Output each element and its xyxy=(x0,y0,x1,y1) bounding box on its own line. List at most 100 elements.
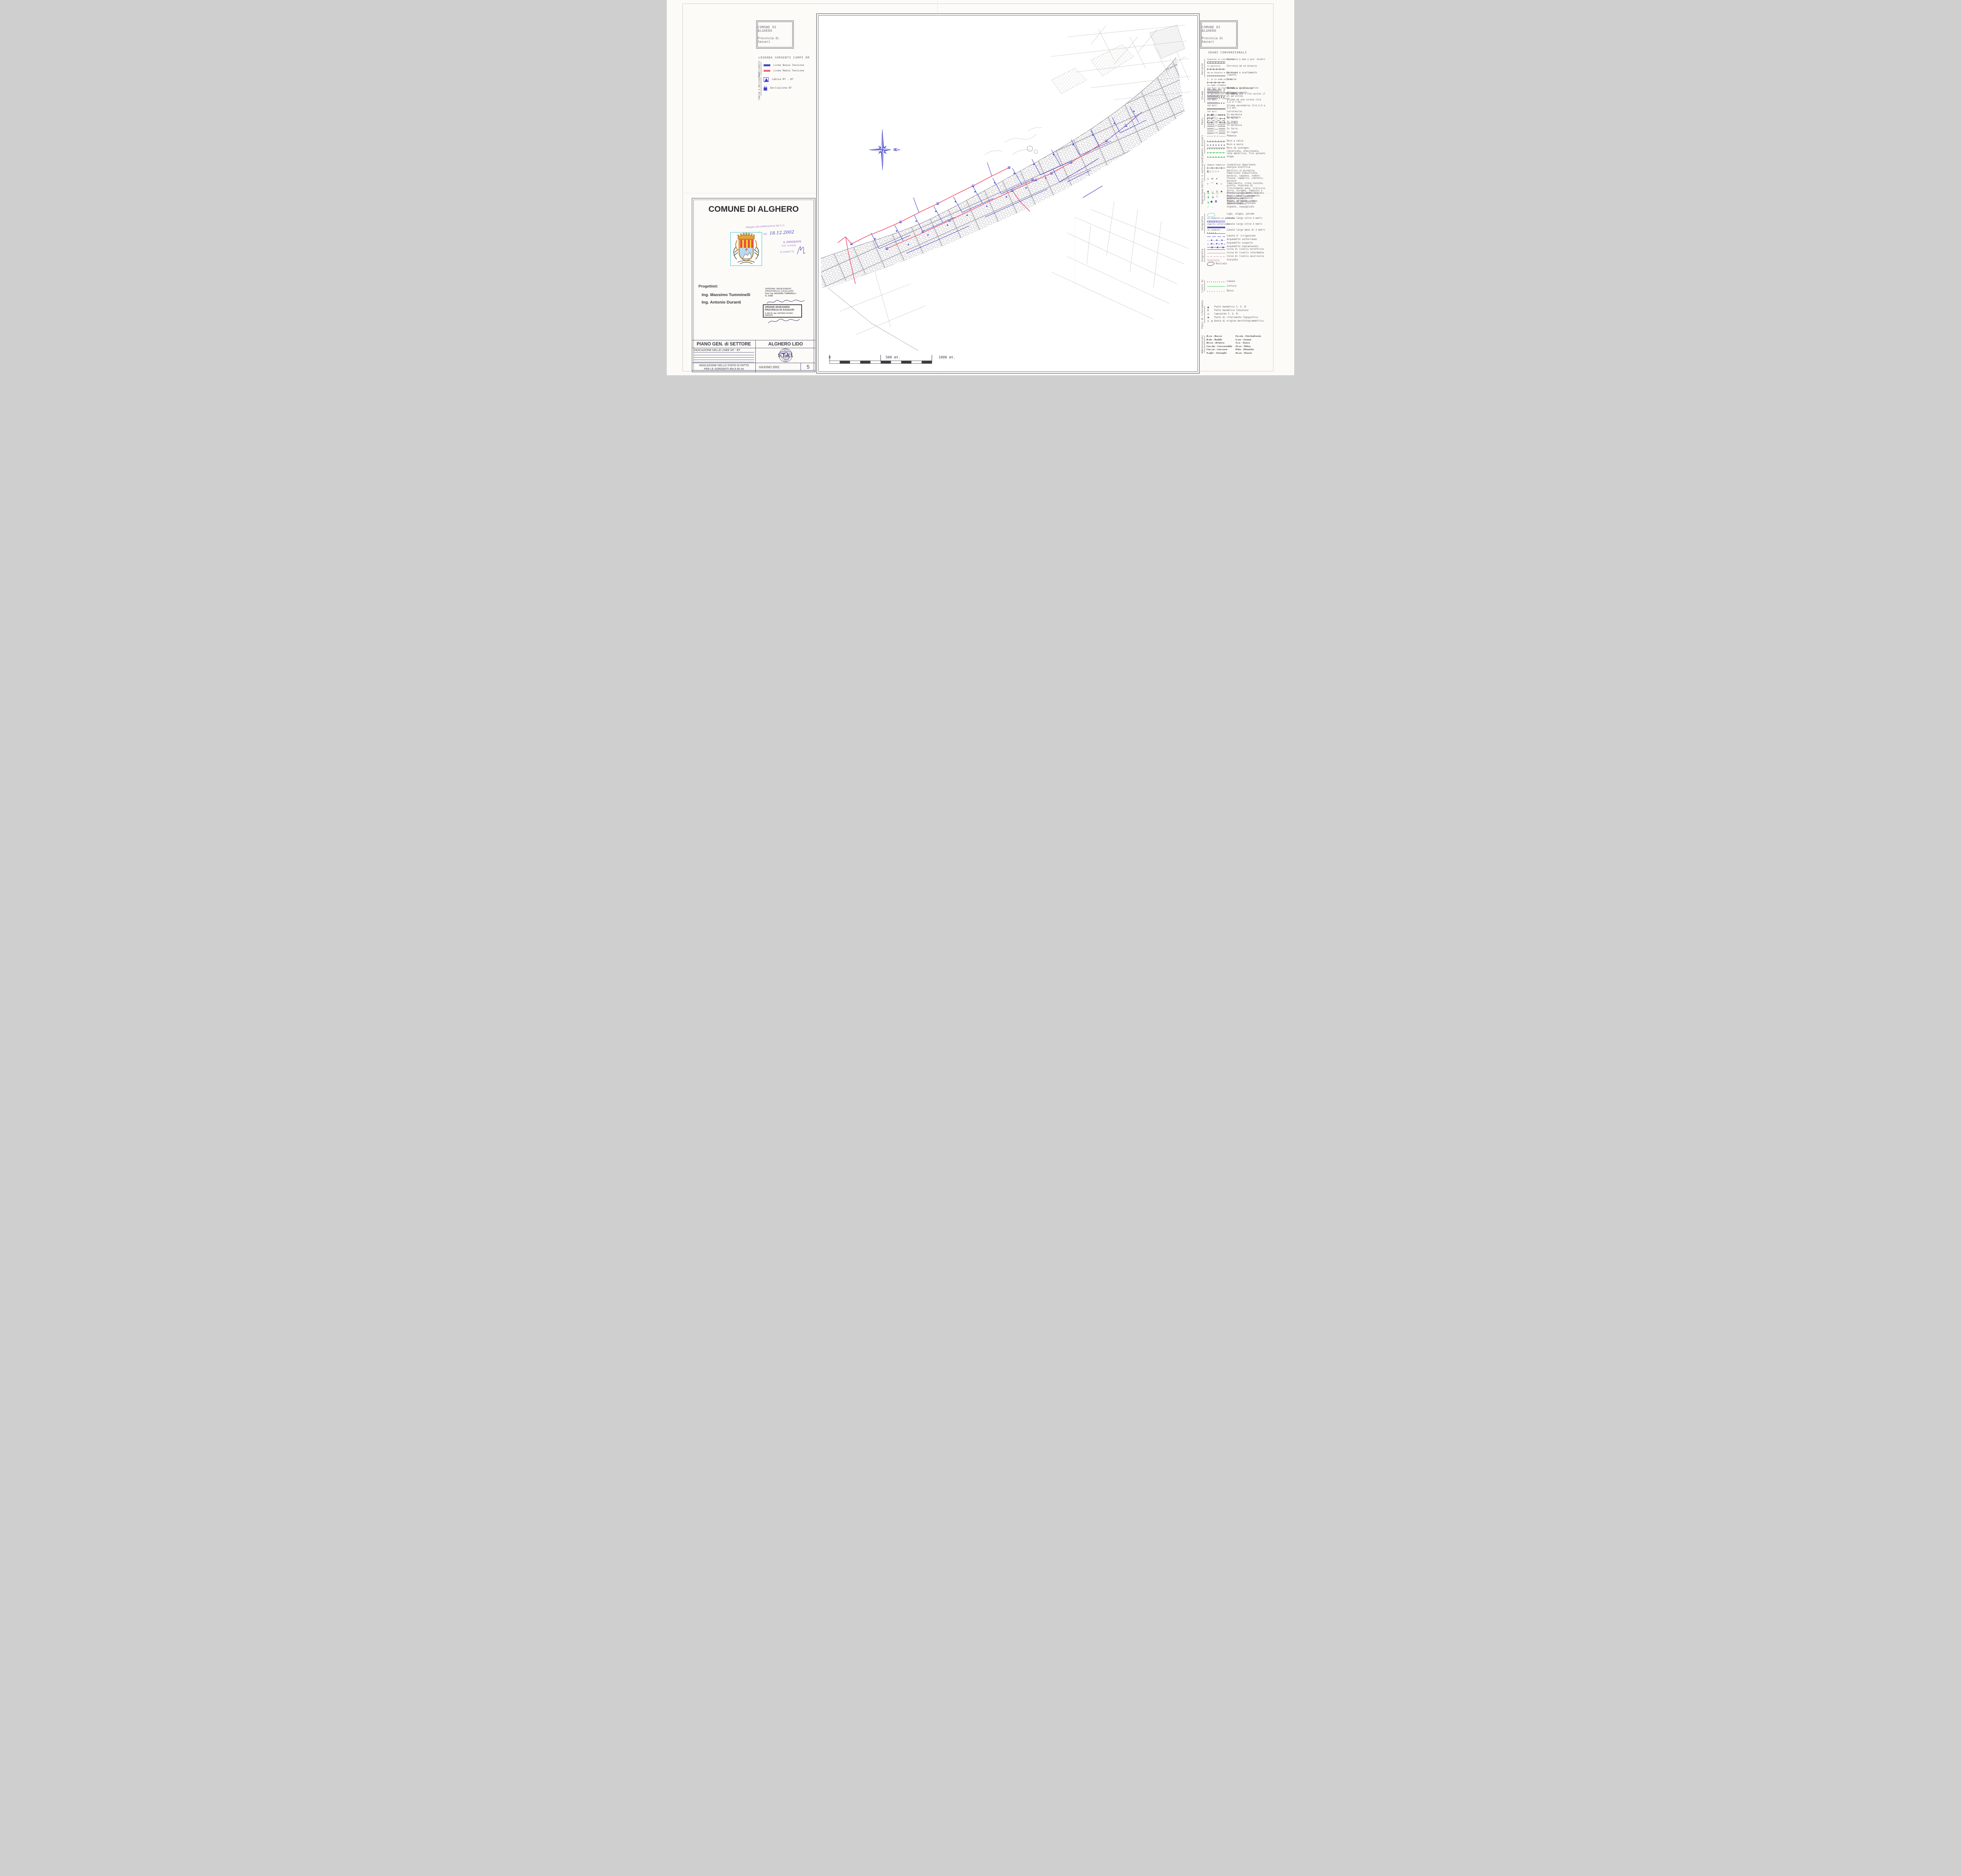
em-line-swatch-icon xyxy=(764,70,770,72)
title-block: COMUNE DI ALGHERO Allegato alla delibera… xyxy=(692,198,815,372)
group-label-vegetazione: Vegetazione xyxy=(1201,189,1204,204)
abbreviation-col1: Br.cu - Bruncu xyxy=(1206,342,1235,344)
legend-group-vegetazione: ✿ ❀ ○ Frutteto, agrumeto, oliveto ♣ ♠ Bo… xyxy=(1207,192,1267,209)
legend-group-orografia: Curva di livello direttrice Curva di liv… xyxy=(1207,248,1267,266)
legend-symbol-icon xyxy=(1207,113,1225,117)
sheet-number-cell: 5 xyxy=(800,364,816,370)
blank-rule xyxy=(694,357,754,358)
em-legend-cabine-rows: Cabina MT - BT Derivazione BT xyxy=(764,77,807,95)
abbreviation-col1: B.cu - Baccu xyxy=(1206,335,1235,338)
legend-row-label: Chiesa, cappella, cimitero, miniera xyxy=(1227,177,1266,182)
delibera-del-label: del xyxy=(763,233,767,236)
legend-group-idrografia: Lago, stagno, palude su viadotto in gall… xyxy=(1207,213,1267,249)
legend-symbol-icon xyxy=(1207,220,1225,223)
abbreviation-col2: St.zo - Stazzo xyxy=(1235,352,1267,354)
legend-row-label: In ferro xyxy=(1227,117,1266,120)
progettisti-label: Progettisti: xyxy=(699,284,718,289)
legend-symbol-icon: ∇ xyxy=(1207,309,1213,313)
legend-row-label: In muratura xyxy=(1227,114,1266,116)
abbreviation-col2: Fu.xiu - Furriadroxiu xyxy=(1235,335,1267,338)
legend-row-label: Muro di sostegno xyxy=(1227,147,1266,149)
legend-symbol-icon xyxy=(1207,89,1225,93)
legend-symbol-icon xyxy=(1207,262,1215,266)
em-legend-row-label: Cabina MT - BT xyxy=(772,78,807,81)
em-legend-row-label: Linee Media Tensione xyxy=(773,69,809,72)
stamp-sassari-line3: N. 692 Dr. Ing. ANTONIO GAVINO DURANTI xyxy=(765,312,800,316)
legend-symbol-icon: ⌂ ✉ ✕ xyxy=(1207,177,1225,181)
legend-row-label: Lago, stagno, palude xyxy=(1227,213,1266,215)
progettista-name: Ing. Antonio Duranti xyxy=(702,300,750,305)
legend-row-label: Bosco ceduo, macchia mediterranea xyxy=(1227,195,1266,200)
compass-north-label: N xyxy=(892,148,897,151)
group-label-elementi-divisori: Elementi divisori xyxy=(1201,135,1204,159)
legend-symbol-icon: ♣ ♠ xyxy=(1207,196,1225,200)
group-label-strade: Strade xyxy=(1201,91,1204,100)
group-label-punti-riferimento: Punti di riferimento xyxy=(1201,300,1204,329)
abbreviation-col1: Cuc.ru - Cuccuru xyxy=(1206,349,1235,351)
group-label-orografia: Orografia xyxy=(1201,249,1204,262)
legend-group-ponti: In muratura In ferro In legno In muratur… xyxy=(1207,113,1267,138)
group-brace xyxy=(1204,280,1205,291)
scale-label-0: 0 xyxy=(829,356,831,360)
legend-sub-label: in sede stradale xyxy=(1207,84,1225,87)
legend-symbol-icon xyxy=(1207,147,1225,150)
stamp-sassari-line2: PROVINCIA DI SASSARI xyxy=(765,309,800,311)
legend-row-label: Tabernacolo, croce isolata, grotta, staz… xyxy=(1227,182,1266,190)
group-brace xyxy=(1204,164,1205,181)
legend-symbol-icon: ✚ xyxy=(1207,316,1213,320)
legend-symbol-icon xyxy=(1207,242,1225,245)
group-label-idrografia: Idrografia xyxy=(1201,216,1204,231)
legend-row-label: Canale largo oltre 3 metri xyxy=(1227,217,1266,220)
legend-symbol-icon xyxy=(1207,117,1225,120)
city-map: N 0 500 mt. 1000 mt. xyxy=(816,13,1200,374)
legend-symbol-icon xyxy=(1207,81,1225,84)
duranti-signature xyxy=(767,317,802,325)
legend-row-label: In legno xyxy=(1227,131,1266,134)
table-line xyxy=(692,370,815,371)
stamp-ordine-sassari: ORDINE INGEGNERI PROVINCIA DI SASSARI N.… xyxy=(763,304,802,318)
legend-symbol-icon xyxy=(1207,213,1215,217)
map-sheet: COMUNE DI ALGHERO Provincia di Sassari L… xyxy=(667,0,1294,375)
legend-symbol-icon xyxy=(1207,101,1225,105)
legend-row-label: Ferrovia a due o piu' binari xyxy=(1227,58,1266,61)
legend-symbol-icon xyxy=(1207,95,1225,99)
legend-row-label: Coltura xyxy=(1227,285,1266,287)
legend-row-label: In muratura xyxy=(1227,124,1266,127)
abbreviation-col1: Cuc.du - Cuccureddu xyxy=(1206,345,1235,348)
legend-row-label: Canale largo oltre 3 metri xyxy=(1227,223,1266,225)
legend-symbol-icon xyxy=(1207,166,1225,170)
legend-row-label: Carrareccia xyxy=(1227,111,1266,113)
legend-row-label: In ferro xyxy=(1227,128,1266,130)
abbreviation-col1: B.de - Badde xyxy=(1206,339,1235,341)
legend-row-label: Curva di livello ausiliaria xyxy=(1227,255,1266,258)
progettisti-names: Ing. Massimo Tumminelli Ing. Antonio Dur… xyxy=(702,293,750,307)
legend-row-label: Punto di riferimento Topografico xyxy=(1214,316,1266,319)
legend-symbol-icon xyxy=(1207,225,1225,229)
em-cabina-icon xyxy=(764,77,769,82)
legend-row-label: Bosco xyxy=(1227,290,1266,292)
indicazione-linee-cell: INDICAZIONE DELLE LINEE MT - BT xyxy=(694,349,754,353)
legend-row-label: Strada a due o tre corsie (7 mt ed oltre… xyxy=(1227,93,1266,98)
legend-symbol-icon xyxy=(1207,258,1225,262)
piano-settore-cell: PIANO GEN. di SETTORE xyxy=(692,342,755,347)
svg-text:S.T.A.I.: S.T.A.I. xyxy=(778,353,793,358)
legend-symbol-icon: 3.8 xyxy=(1207,320,1213,323)
provincia-subtitle: Provincia di Sassari xyxy=(1202,36,1236,44)
group-brace xyxy=(1204,213,1205,234)
legend-symbol-icon xyxy=(1207,285,1225,288)
em-group-label-cabine: Cabine e Derivazioni xyxy=(758,72,761,100)
legend-symbol-icon xyxy=(1207,251,1225,255)
legend-row-label: Rocciaio xyxy=(1216,263,1255,265)
group-brace xyxy=(1204,114,1205,128)
legend-group-limiti: Comune Coltura Bosco xyxy=(1207,280,1267,294)
scale-label-1000: 1000 mt. xyxy=(939,356,955,360)
group-brace xyxy=(1204,140,1205,154)
legend-symbol-icon xyxy=(1207,67,1225,71)
legend-row-label: Canale d' irrigazione xyxy=(1227,235,1266,237)
group-brace xyxy=(1204,59,1205,77)
legend-row-label: Edificio in muratura, Fabbricato Industr… xyxy=(1227,170,1266,177)
legend-symbol-icon: ▲ xyxy=(1207,305,1213,309)
comune-title: COMUNE DI ALGHERO xyxy=(758,25,792,33)
em-legend-title: LEGENDA SORGENTI CAMPI EM xyxy=(759,56,806,59)
legend-symbol-icon xyxy=(1207,107,1225,111)
